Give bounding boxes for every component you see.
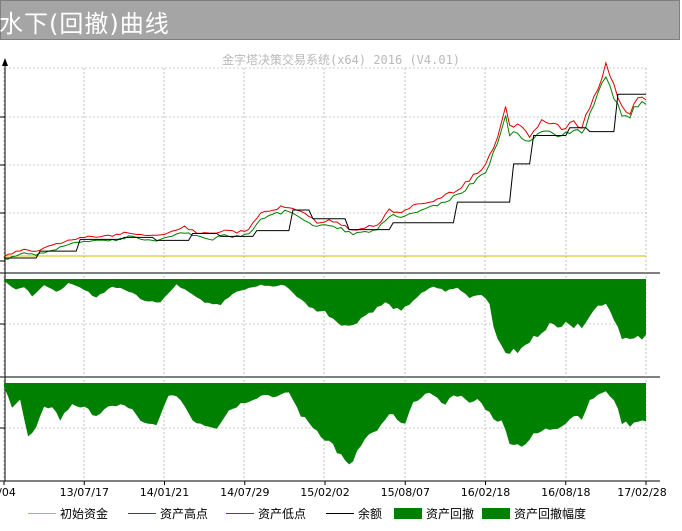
legend-label-initial-capital: 初始资金	[60, 507, 109, 521]
drawdown-pct-area	[4, 383, 646, 465]
x-tick-label: 15/08/07	[381, 486, 430, 499]
legend-label-asset-high: 资产高点	[160, 507, 209, 521]
legend-label-drawdown: 资产回撤	[426, 507, 475, 521]
legend-swatch-asset-low	[226, 513, 254, 514]
x-tick-label: 16/02/18	[461, 486, 510, 499]
legend-label-drawdown-pct: 资产回撤幅度	[514, 507, 587, 521]
legend-swatch-drawdown-pct	[482, 508, 510, 519]
x-tick-label: 16/08/18	[541, 486, 590, 499]
legend: 初始资金 资产高点 资产低点 余额 资产回撤 资产回撤幅度	[0, 503, 682, 525]
y-axis-arrow	[2, 58, 8, 66]
x-tick-label: 14/07/29	[220, 486, 269, 499]
chart-canvas: 01/04 13/07/17 14/01/21 14/07/29 15/02/02 15/…	[0, 58, 667, 499]
legend-swatch-balance	[326, 513, 354, 514]
legend-label-balance: 余额	[358, 507, 383, 521]
legend-swatch-asset-high	[128, 513, 156, 514]
x-tick-label: 13/07/17	[60, 486, 109, 499]
x-tick-label: 17/02/28	[617, 486, 666, 499]
balance-line	[4, 93, 646, 259]
legend-swatch-drawdown	[394, 508, 422, 519]
asset-low-line	[3, 75, 647, 260]
x-tick-label: 01/04	[0, 486, 16, 499]
drawdown-area	[4, 279, 646, 354]
x-tick-label: 14/01/21	[140, 486, 189, 499]
legend-label-asset-low: 资产低点	[258, 507, 307, 521]
asset-high-line	[3, 60, 647, 258]
x-tick-label: 15/02/02	[300, 486, 349, 499]
legend-swatch-initial-capital	[28, 513, 56, 514]
